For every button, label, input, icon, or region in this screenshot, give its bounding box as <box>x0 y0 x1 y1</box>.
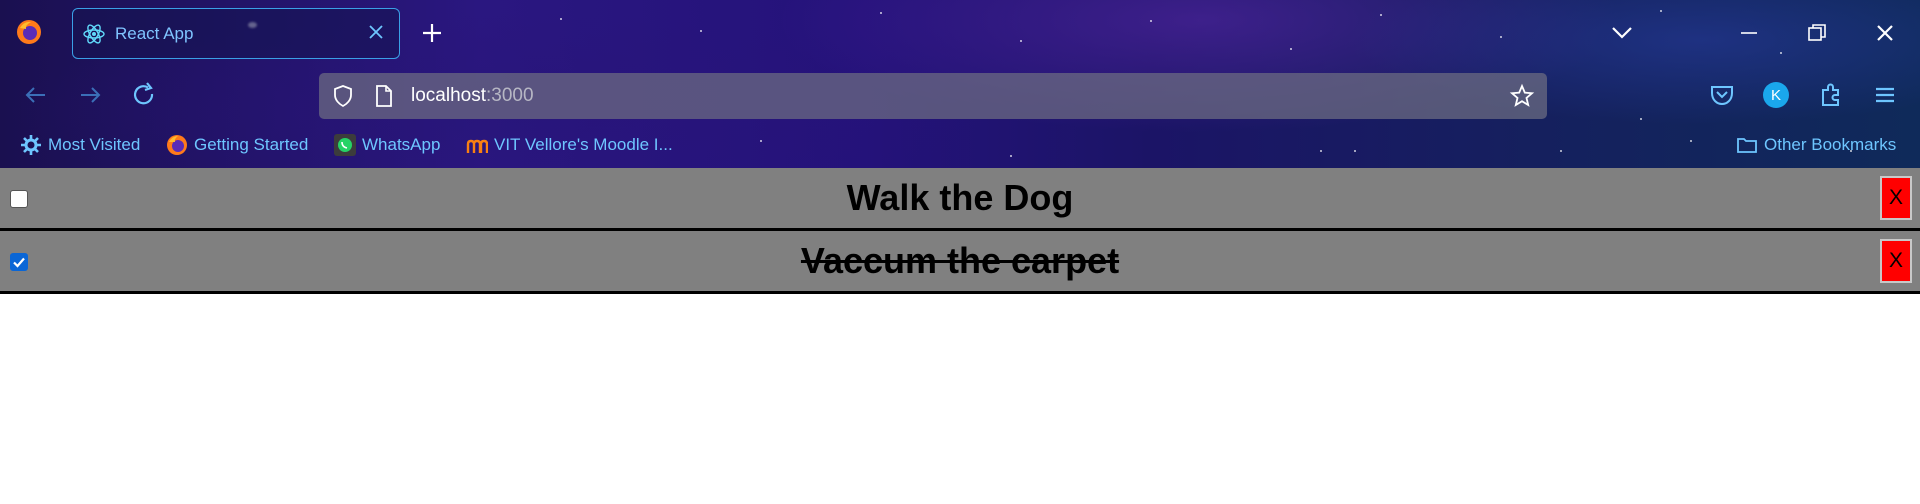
chevron-down-icon[interactable] <box>1610 24 1634 42</box>
checkmark-icon <box>13 257 25 268</box>
back-arrow-icon[interactable] <box>21 80 51 110</box>
shield-icon[interactable] <box>331 84 355 108</box>
account-avatar[interactable]: K <box>1763 82 1789 108</box>
close-window-icon[interactable] <box>1874 22 1896 44</box>
todo-list: Walk the Dog X Vaccum the carpet X <box>0 168 1920 294</box>
close-tab-icon[interactable] <box>365 21 387 43</box>
restore-icon[interactable] <box>1806 22 1828 44</box>
page-icon[interactable] <box>373 84 395 108</box>
bookmark-most-visited[interactable]: Most Visited <box>20 134 140 156</box>
folder-icon <box>1737 138 1757 153</box>
todo-item: Vaccum the carpet X <box>0 231 1920 294</box>
bookmark-whatsapp[interactable]: WhatsApp <box>334 134 440 156</box>
url-text[interactable]: localhost:3000 <box>411 85 534 107</box>
moodle-icon <box>466 139 488 153</box>
bookmark-label: VIT Vellore's Moodle I... <box>494 135 673 154</box>
tab-title: React App <box>115 24 194 43</box>
tab-strip: React App <box>0 0 1920 66</box>
menu-hamburger-icon[interactable] <box>1871 81 1899 109</box>
other-bookmarks-folder[interactable]: Other Bookmarks <box>1736 134 1896 156</box>
navigation-toolbar: localhost:3000 K <box>0 66 1920 126</box>
react-icon <box>83 24 105 44</box>
other-bookmarks-label: Other Bookmarks <box>1764 135 1897 154</box>
bookmark-getting-started[interactable]: Getting Started <box>166 134 308 156</box>
bookmark-label: Most Visited <box>48 135 141 154</box>
delete-todo-button[interactable]: X <box>1880 176 1912 220</box>
bookmark-vit-moodle[interactable]: VIT Vellore's Moodle I... <box>466 134 673 156</box>
firefox-icon <box>167 135 187 155</box>
todo-checkbox[interactable] <box>10 253 28 271</box>
account-initial: K <box>1770 86 1781 104</box>
todo-title: Vaccum the carpet <box>800 240 1120 281</box>
new-tab-icon[interactable] <box>420 21 444 45</box>
todo-item: Walk the Dog X <box>0 168 1920 231</box>
browser-chrome: React App localhost:3000 K Most Visited … <box>0 0 1920 168</box>
pocket-icon[interactable] <box>1708 81 1736 109</box>
whatsapp-icon <box>334 134 356 156</box>
extensions-puzzle-icon[interactable] <box>1817 81 1845 109</box>
delete-todo-button[interactable]: X <box>1880 239 1912 283</box>
forward-arrow-icon[interactable] <box>75 80 105 110</box>
bookmark-star-icon[interactable] <box>1509 83 1535 109</box>
reload-icon[interactable] <box>129 80 159 110</box>
bookmark-label: WhatsApp <box>362 135 441 154</box>
tab-react-app[interactable]: React App <box>72 8 400 59</box>
bookmarks-toolbar: Most Visited Getting Started WhatsApp VI… <box>0 126 1920 168</box>
gear-icon <box>21 135 41 155</box>
todo-title: Walk the Dog <box>846 177 1074 218</box>
address-bar[interactable]: localhost:3000 <box>319 73 1547 119</box>
minimize-icon[interactable] <box>1738 22 1760 44</box>
firefox-logo-icon[interactable] <box>16 19 42 45</box>
bookmark-label: Getting Started <box>194 135 309 154</box>
todo-checkbox[interactable] <box>10 190 28 208</box>
